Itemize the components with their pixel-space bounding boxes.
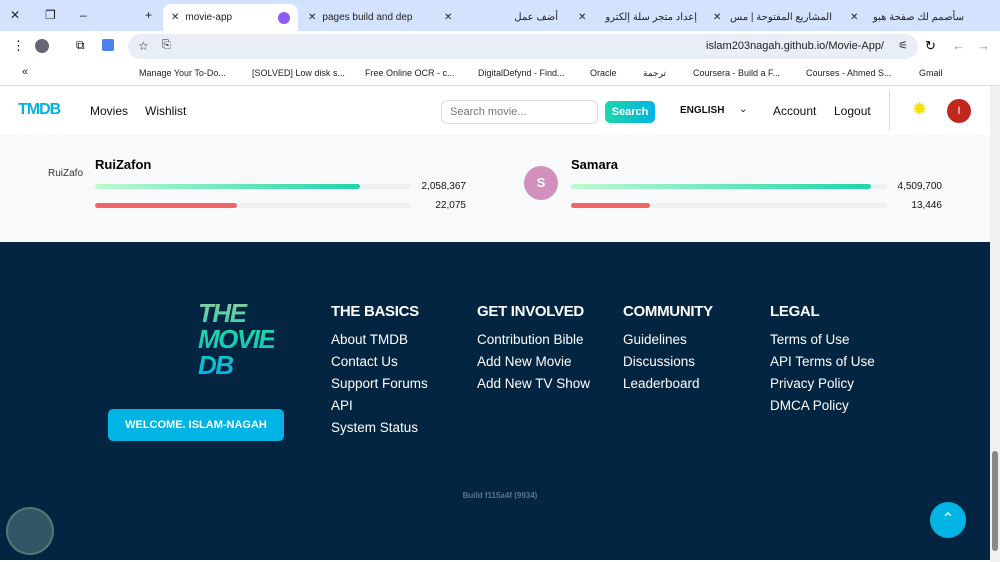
- close-tab-icon[interactable]: ✕: [308, 12, 316, 23]
- browser-tab-strip: ✕ ❐ – + ✕ movie-app ✕ pages build and dep …: [0, 0, 1000, 31]
- tab-open-projects[interactable]: ✕ المشاريع المفتوحة | مس: [705, 4, 840, 31]
- close-tab-icon[interactable]: ✕: [850, 12, 858, 23]
- all-time-bar: [571, 184, 887, 189]
- footer-col-involved: GET INVOLVED Contribution Bible Add New M…: [477, 303, 591, 391]
- theme-toggle-sun-icon[interactable]: ✹: [912, 99, 927, 120]
- footer-link[interactable]: DMCA Policy: [770, 398, 875, 413]
- bookmark[interactable]: ترجمة: [643, 68, 666, 79]
- footer: THE MOVIE DB WELCOME. ISLAM-NAGAH THE BASI…: [0, 242, 990, 560]
- footer-link[interactable]: Add New TV Show: [477, 376, 590, 391]
- footer-link[interactable]: Guidelines: [623, 332, 713, 347]
- nav-movies[interactable]: Movies: [90, 104, 128, 118]
- footer-col-basics: THE BASICS About TMDB Contact Us Support F…: [331, 303, 428, 435]
- tab-movie-app[interactable]: ✕ movie-app: [163, 4, 298, 31]
- watermark-logo-icon: [6, 507, 54, 555]
- tab-design-page[interactable]: ✕ سأصمم لك صفحة هبو: [842, 4, 972, 31]
- close-tab-icon[interactable]: ✕: [444, 12, 452, 23]
- app-header: TMDB Movies Wishlist Search ENGLISH ⌄ Ac…: [0, 86, 990, 135]
- divider: [889, 90, 890, 130]
- footer-link[interactable]: Leaderboard: [623, 376, 713, 391]
- footer-link[interactable]: Discussions: [623, 354, 713, 369]
- chevron-down-icon[interactable]: ⌄: [739, 104, 747, 115]
- bookmark[interactable]: Free Online OCR - c...: [365, 68, 455, 78]
- tab-favicon-icon: [278, 11, 290, 24]
- tmdb-logo[interactable]: TMDB: [18, 101, 61, 119]
- install-app-icon[interactable]: ⎘: [162, 39, 171, 52]
- footer-link[interactable]: Support Forums: [331, 376, 428, 391]
- browser-toolbar: ⋮ ⧉ ☆ ⎘ islam203nagah.github.io/Movie-Ap…: [0, 31, 1000, 61]
- address-bar[interactable]: ☆ ⎘ islam203nagah.github.io/Movie-App/ ⚟: [128, 34, 918, 59]
- footer-link[interactable]: Terms of Use: [770, 332, 875, 347]
- bookmarks-bar: « Manage Your To-Do... [SOLVED] Low disk…: [0, 61, 1000, 86]
- footer-link[interactable]: API Terms of Use: [770, 354, 875, 369]
- back-icon[interactable]: →: [977, 38, 990, 53]
- tab-salla-store[interactable]: ✕ إعداد متجر سلة إلكترو: [570, 4, 705, 31]
- bookmark[interactable]: Oracle: [590, 68, 617, 78]
- search-button[interactable]: Search: [605, 101, 655, 123]
- new-tab-icon[interactable]: +: [145, 8, 152, 22]
- footer-col-community: COMMUNITY Guidelines Discussions Leaderboa…: [623, 303, 713, 391]
- leader-name[interactable]: Samara: [571, 157, 618, 172]
- this-week-edits: 22,075: [435, 200, 466, 211]
- translate-icon[interactable]: [102, 39, 114, 51]
- forward-icon[interactable]: ←: [952, 38, 965, 53]
- footer-link[interactable]: About TMDB: [331, 332, 428, 347]
- close-tab-icon[interactable]: ✕: [713, 12, 721, 23]
- reload-icon[interactable]: ↻: [925, 38, 936, 54]
- minimize-window-icon[interactable]: –: [80, 8, 87, 22]
- page-scrollbar[interactable]: [990, 86, 1000, 562]
- broken-avatar-image: RuiZafon: [48, 168, 83, 179]
- profile-icon[interactable]: [35, 39, 49, 53]
- all-time-edits: 4,509,700: [897, 181, 943, 192]
- this-week-edits: 13,446: [911, 200, 942, 211]
- scroll-to-top-button[interactable]: ⌃: [930, 502, 966, 538]
- footer-link[interactable]: System Status: [331, 420, 428, 435]
- bookmark[interactable]: [SOLVED] Low disk s...: [252, 68, 345, 78]
- footer-link[interactable]: Contribution Bible: [477, 332, 590, 347]
- nav-wishlist[interactable]: Wishlist: [145, 104, 186, 118]
- footer-link[interactable]: Privacy Policy: [770, 376, 875, 391]
- extensions-icon[interactable]: ⧉: [76, 38, 85, 53]
- bookmark[interactable]: Manage Your To-Do...: [139, 68, 226, 78]
- close-window-icon[interactable]: ✕: [10, 8, 20, 22]
- footer-link[interactable]: Add New Movie: [477, 354, 590, 369]
- bookmark[interactable]: Coursera - Build a F...: [693, 68, 780, 78]
- welcome-button[interactable]: WELCOME. ISLAM-NAGAH: [108, 409, 284, 441]
- account-link[interactable]: Account: [773, 104, 816, 118]
- scrollbar-thumb[interactable]: [992, 451, 998, 551]
- language-select[interactable]: ENGLISH: [680, 105, 724, 116]
- restore-window-icon[interactable]: ❐: [45, 8, 56, 22]
- footer-link[interactable]: API: [331, 398, 428, 413]
- all-time-edits: 2,058,367: [421, 181, 467, 192]
- menu-icon[interactable]: ⋮: [12, 38, 25, 54]
- bookmark-star-icon[interactable]: ☆: [138, 39, 149, 53]
- leaderboard: RuiZafon RuiZafon 2,058,367 22,075 S Sam…: [0, 135, 990, 242]
- tmdb-footer-logo[interactable]: THE MOVIE DB: [198, 300, 274, 378]
- bookmark[interactable]: Gmail: [919, 68, 943, 78]
- user-avatar[interactable]: I: [947, 99, 971, 123]
- tab-pages-build[interactable]: ✕ pages build and dep: [300, 4, 430, 31]
- bookmark[interactable]: DigitalDefynd - Find...: [478, 68, 565, 78]
- close-tab-icon[interactable]: ✕: [578, 12, 586, 23]
- site-settings-icon[interactable]: ⚟: [898, 39, 908, 52]
- this-week-bar: [571, 203, 887, 208]
- leader-avatar: S: [524, 166, 558, 200]
- logout-link[interactable]: Logout: [834, 104, 871, 118]
- bookmark[interactable]: Courses - Ahmed S...: [806, 68, 892, 78]
- footer-link[interactable]: Contact Us: [331, 354, 428, 369]
- collapse-bookmarks-icon[interactable]: «: [22, 66, 28, 78]
- leader-name[interactable]: RuiZafon: [95, 157, 151, 172]
- close-tab-icon[interactable]: ✕: [171, 12, 179, 23]
- all-time-bar: [95, 184, 411, 189]
- footer-col-legal: LEGAL Terms of Use API Terms of Use Privac…: [770, 303, 875, 413]
- this-week-bar: [95, 203, 411, 208]
- search-input[interactable]: [441, 100, 598, 124]
- build-info: Build f115a4f (9934): [462, 491, 538, 500]
- tab-add-work[interactable]: ✕ أضف عمل: [436, 4, 566, 31]
